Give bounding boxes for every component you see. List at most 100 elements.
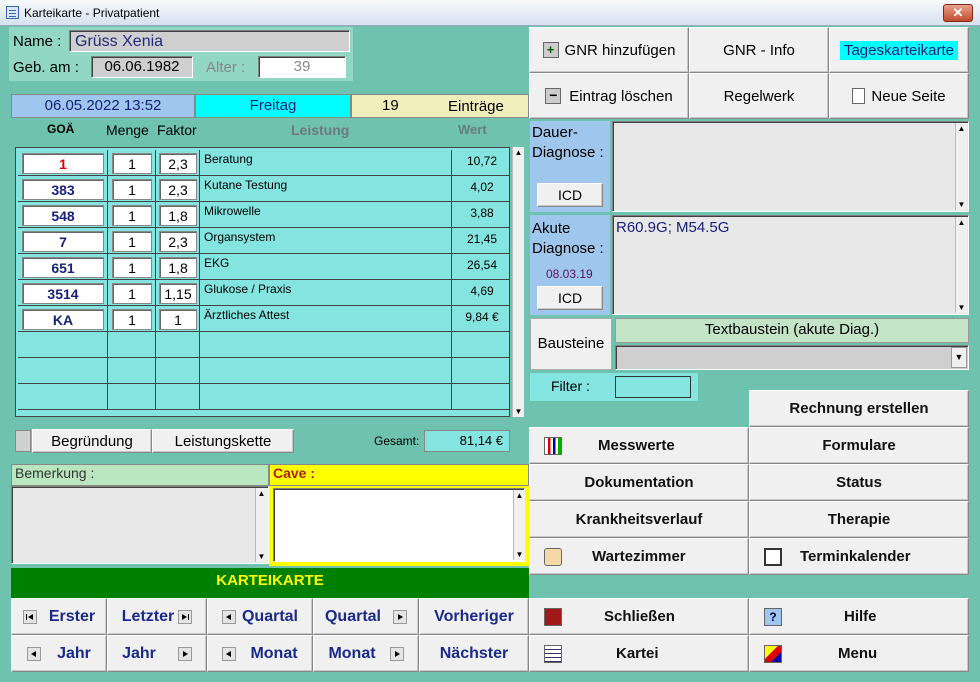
cave-field[interactable] [273,488,525,562]
menge-field[interactable]: 1 [112,205,152,226]
faktor-field[interactable]: 2,3 [159,179,197,200]
therapie-button[interactable]: Therapie [749,501,969,538]
wert-text: 9,84 € [465,310,499,324]
messwerte-button[interactable]: Messwerte [529,427,749,464]
jahr-back-button[interactable]: Jahr [11,635,107,672]
textbaustein-select[interactable] [615,345,969,370]
filter-input[interactable] [615,376,691,398]
akut-diagnose-date: 08.03.19 [546,267,593,281]
terminkalender-button[interactable]: Terminkalender [749,538,969,575]
table-cell [200,332,452,358]
menu-button[interactable]: Menu [749,635,969,672]
title-bar: Karteikarte - Privatpatient ✕ [0,0,980,26]
menge-field[interactable]: 1 [112,309,152,330]
dokumentation-button[interactable]: Dokumentation [529,464,749,501]
leistungskette-button[interactable]: Leistungskette [152,429,294,453]
jahr-forward-button[interactable]: Jahr [107,635,207,672]
goa-code[interactable]: 548 [22,205,104,226]
hilfe-button[interactable]: ? Hilfe [749,598,969,635]
gnr-add-button[interactable]: + GNR hinzufügen [529,27,689,73]
entries-count: 19 [382,97,399,114]
goa-code[interactable]: 7 [22,231,104,252]
faktor-field[interactable]: 2,3 [159,231,197,252]
minus-icon: − [545,88,562,104]
schliessen-button[interactable]: Schließen [529,598,749,635]
wert-text: 4,02 [470,180,494,194]
kartei-button[interactable]: Kartei [529,635,749,672]
quartal-forward-button[interactable]: Quartal [313,598,419,635]
dropdown-arrow-icon[interactable]: ▼ [951,347,967,368]
dauer-scrollbar[interactable]: ▲ ▼ [955,123,967,210]
goa-code[interactable]: 3514 [22,283,104,304]
neue-seite-button[interactable]: Neue Seite [829,73,969,119]
table-cell [156,384,200,410]
help-icon: ? [764,607,782,626]
gnr-info-button[interactable]: GNR - Info [689,27,829,73]
dob-value: 06.06.1982 [91,56,193,78]
plus-icon: + [542,42,559,58]
akut-diagnose-field[interactable]: R60.9G; M54.5G [612,215,969,315]
weekday: Freitag [195,94,351,118]
textbaustein-label: Textbaustein (akute Diag.) [615,318,969,343]
goa-code[interactable]: 651 [22,257,104,278]
app-icon [6,6,19,19]
krankheitsverlauf-button[interactable]: Krankheitsverlauf [529,501,749,538]
wert-text: 3,88 [470,206,494,220]
patient-name: Grüss Xenia [69,30,350,52]
table-cell [156,358,200,384]
letzter-button[interactable]: Letzter [107,598,207,635]
bemerkung-scrollbar[interactable]: ▲ ▼ [255,488,267,562]
faktor-field[interactable]: 1,15 [159,283,197,304]
menge-field[interactable]: 1 [112,231,152,252]
wert-text: 21,45 [466,232,498,246]
menge-field[interactable]: 1 [112,283,152,304]
goa-code[interactable]: 1 [22,153,104,174]
vorheriger-button[interactable]: Vorheriger [419,598,529,635]
naechster-button[interactable]: Nächster [419,635,529,672]
table-scrollbar[interactable]: ▲ ▼ [512,147,524,417]
akut-icd-button[interactable]: ICD [537,286,603,310]
tageskarteikarte-button[interactable]: Tageskarteikarte [829,27,969,73]
goa-code[interactable]: 383 [22,179,104,200]
leistung-text: Kutane Testung [204,178,288,192]
akut-scrollbar[interactable]: ▲ ▼ [955,217,967,313]
status-button[interactable]: Status [749,464,969,501]
bemerkung-field[interactable] [11,486,269,564]
person-icon [544,547,562,566]
bausteine-label: Bausteine [530,318,612,370]
file-cabinet-icon [544,644,562,663]
table-cell [200,384,452,410]
date-time: 06.05.2022 13:52 [11,94,195,118]
arrow-left-icon [27,646,42,661]
dauer-diagnose-field[interactable] [612,121,969,212]
regelwerk-button[interactable]: Regelwerk [689,73,829,119]
cave-label: Cave : [269,464,529,486]
eintrag-loeschen-button[interactable]: − Eintrag löschen [529,73,689,119]
monat-forward-button[interactable]: Monat [313,635,419,672]
goa-code[interactable]: KA [22,309,104,330]
faktor-field[interactable]: 1 [159,309,197,330]
table-cell [452,384,510,410]
calendar-icon [764,547,782,566]
karteikarte-title: KARTEIKARTE [11,568,529,598]
age-value: 39 [258,56,346,78]
menge-field[interactable]: 1 [112,257,152,278]
quartal-back-button[interactable]: Quartal [207,598,313,635]
faktor-field[interactable]: 1,8 [159,257,197,278]
erster-button[interactable]: Erster [11,598,107,635]
menge-field[interactable]: 1 [112,153,152,174]
cave-scrollbar[interactable]: ▲ ▼ [513,490,525,560]
chart-icon [544,436,562,455]
leistung-text: Mikrowelle [204,204,261,218]
wartezimmer-button[interactable]: Wartezimmer [529,538,749,575]
formulare-button[interactable]: Formulare [749,427,969,464]
menge-field[interactable]: 1 [112,179,152,200]
begruendung-button[interactable]: Begründung [32,429,152,453]
faktor-field[interactable]: 1,8 [159,205,197,226]
close-button[interactable]: ✕ [943,4,973,22]
faktor-field[interactable]: 2,3 [159,153,197,174]
dauer-icd-button[interactable]: ICD [537,183,603,207]
toggle-box[interactable] [15,430,31,452]
rechnung-button[interactable]: Rechnung erstellen [749,390,969,427]
monat-back-button[interactable]: Monat [207,635,313,672]
